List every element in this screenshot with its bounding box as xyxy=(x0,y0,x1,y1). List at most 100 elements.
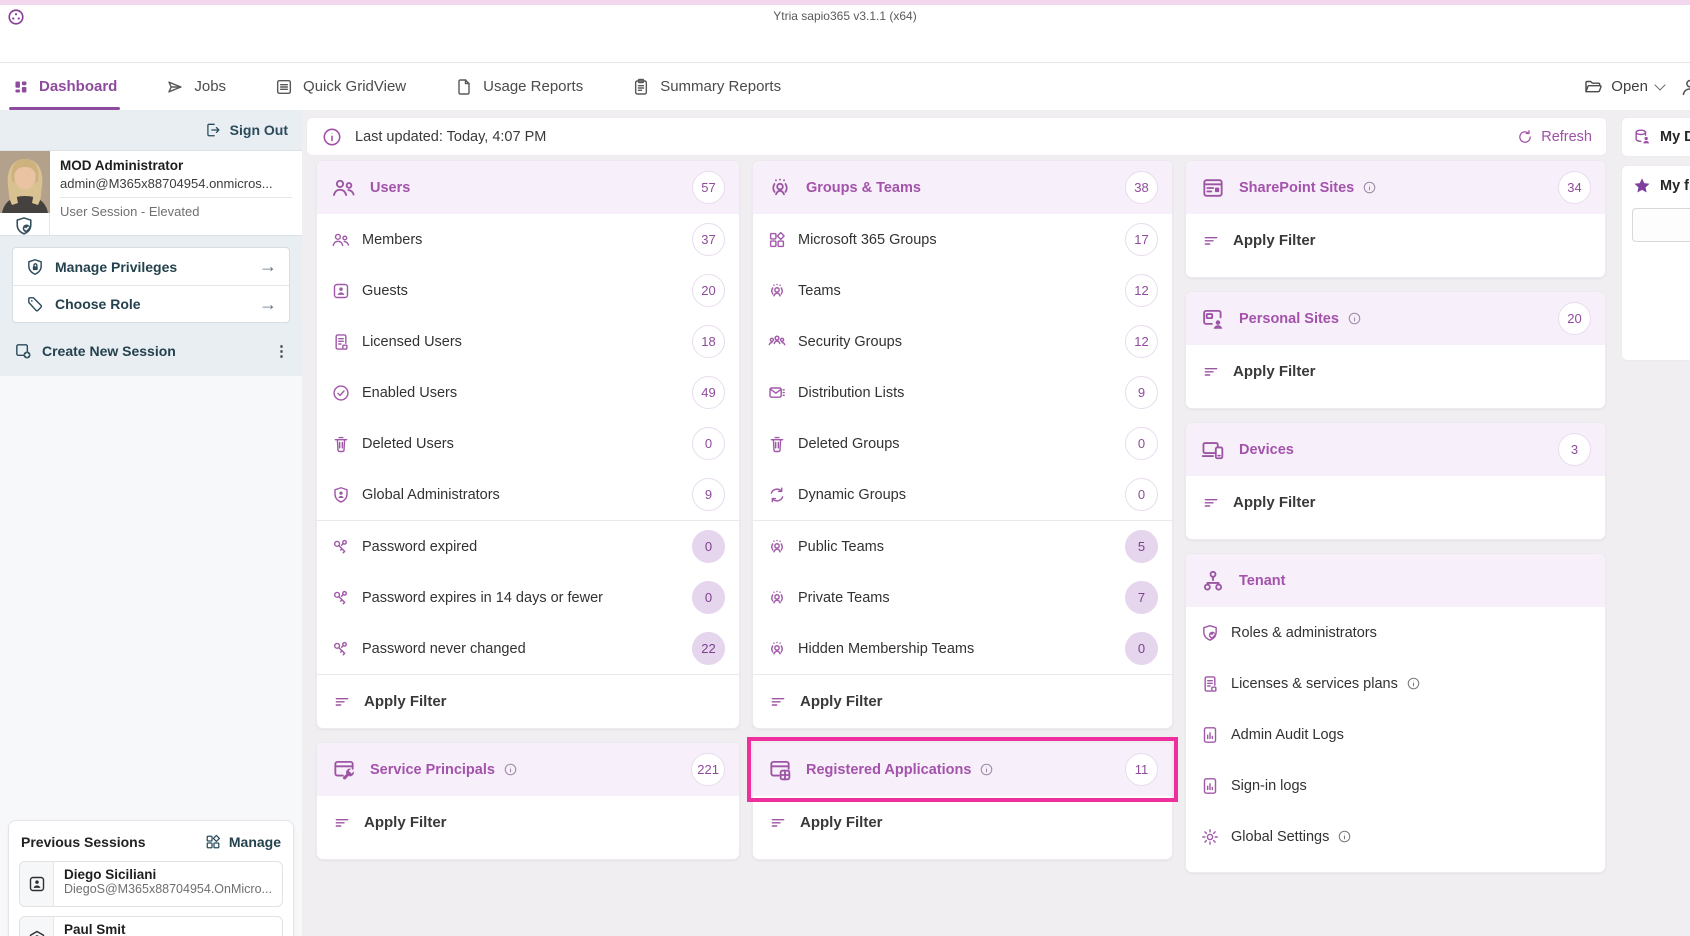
account-person-icon[interactable] xyxy=(1679,76,1690,98)
groups-column: Groups & Teams 38 Microsoft 365 Groups17… xyxy=(752,160,1173,873)
users-column: Users 57 Members37 Guests20 Licensed Use… xyxy=(316,160,740,873)
personal-sites-header[interactable]: Personal Sites 20 xyxy=(1186,292,1605,345)
refresh-button[interactable]: Refresh xyxy=(1516,128,1592,146)
tab-usage-reports[interactable]: Usage Reports xyxy=(454,63,583,110)
row-distribution-lists[interactable]: Distribution Lists 9 xyxy=(753,367,1172,418)
users-apply-filter-button[interactable]: Apply Filter xyxy=(317,675,739,728)
row-public-teams[interactable]: Public Teams5 xyxy=(753,521,1172,572)
doc-chart-icon xyxy=(1200,776,1220,796)
m365-groups-icon xyxy=(767,230,787,250)
row-dynamic-groups[interactable]: Dynamic Groups0 xyxy=(753,469,1172,520)
row-licensed-users[interactable]: Licensed Users18 xyxy=(317,316,739,367)
service-principals-header[interactable]: Service Principals 221 xyxy=(317,743,739,796)
previous-sessions-title: Previous Sessions xyxy=(21,834,146,850)
gear-icon xyxy=(1200,827,1220,847)
info-icon xyxy=(503,762,518,777)
card-title: Personal Sites xyxy=(1239,311,1362,327)
row-enabled-users[interactable]: Enabled Users49 xyxy=(317,367,739,418)
devices-header[interactable]: Devices 3 xyxy=(1186,423,1605,476)
avatar-column xyxy=(0,151,50,235)
check-circle-icon xyxy=(331,383,351,403)
session-type: User Session - Elevated xyxy=(60,198,292,219)
groups-teams-header[interactable]: Groups & Teams 38 xyxy=(753,161,1172,214)
open-button[interactable]: Open xyxy=(1583,77,1664,97)
row-global-administrators[interactable]: Global Administrators9 xyxy=(317,469,739,520)
row-licenses-services-plans[interactable]: Licenses & services plans xyxy=(1186,658,1605,709)
row-admin-audit-logs[interactable]: Admin Audit Logs xyxy=(1186,709,1605,760)
count-badge: 37 xyxy=(692,223,725,256)
manage-privileges-button[interactable]: Manage Privileges → xyxy=(13,248,289,285)
count-badge: 0 xyxy=(1125,478,1158,511)
row-password-expires-soon[interactable]: Password expires in 14 days or fewer0 xyxy=(317,572,739,623)
count-badge: 0 xyxy=(1125,427,1158,460)
row-hidden-membership-teams[interactable]: Hidden Membership Teams0 xyxy=(753,623,1172,674)
row-label: Deleted Groups xyxy=(798,436,900,452)
sign-out-icon xyxy=(204,121,222,139)
personal-sites-apply-filter-button[interactable]: Apply Filter xyxy=(1186,345,1605,398)
row-label: Hidden Membership Teams xyxy=(798,641,974,657)
row-sign-in-logs[interactable]: Sign-in logs xyxy=(1186,760,1605,811)
my-favorites-header[interactable]: My f xyxy=(1632,176,1690,196)
row-label: Security Groups xyxy=(798,334,902,350)
row-label: Sign-in logs xyxy=(1231,778,1307,794)
previous-session-item[interactable]: Paul Smit xyxy=(19,916,283,936)
signout-row: Sign Out xyxy=(0,110,302,150)
row-password-expired[interactable]: Password expired0 xyxy=(317,521,739,572)
count-badge: 49 xyxy=(692,376,725,409)
sharepoint-apply-filter-button[interactable]: Apply Filter xyxy=(1186,214,1605,267)
service-principals-apply-filter-button[interactable]: Apply Filter xyxy=(317,796,739,849)
registered-applications-card: Registered Applications 11 Apply Filter xyxy=(752,742,1173,860)
session-user-name: Paul Smit xyxy=(64,922,126,936)
registered-applications-apply-filter-button[interactable]: Apply Filter xyxy=(753,796,1172,849)
groups-teams-card: Groups & Teams 38 Microsoft 365 Groups17… xyxy=(752,160,1173,729)
info-icon xyxy=(1406,676,1421,691)
security-groups-icon xyxy=(767,332,787,352)
manage-sessions-button[interactable]: Manage xyxy=(204,833,281,851)
registered-applications-header[interactable]: Registered Applications 11 xyxy=(753,743,1172,796)
shield-check-icon xyxy=(1200,623,1220,643)
row-members[interactable]: Members37 xyxy=(317,214,739,265)
tab-jobs[interactable]: Jobs xyxy=(165,63,226,110)
row-roles-administrators[interactable]: Roles & administrators xyxy=(1186,607,1605,658)
dashboard-icon xyxy=(12,78,30,96)
tenant-org-icon xyxy=(1200,568,1226,594)
tab-quick-gridview[interactable]: Quick GridView xyxy=(274,63,406,110)
row-m365-groups[interactable]: Microsoft 365 Groups17 xyxy=(753,214,1172,265)
groups-apply-filter-button[interactable]: Apply Filter xyxy=(753,675,1172,728)
count-badge: 9 xyxy=(1125,376,1158,409)
row-security-groups[interactable]: Security Groups12 xyxy=(753,316,1172,367)
row-password-never-changed[interactable]: Password never changed22 xyxy=(317,623,739,674)
row-global-settings[interactable]: Global Settings xyxy=(1186,811,1605,862)
kebab-menu-icon[interactable]: ⋮ xyxy=(274,342,289,360)
row-deleted-groups[interactable]: Deleted Groups 0 xyxy=(753,418,1172,469)
workspace: Sign Out MOD Adm xyxy=(0,110,1690,936)
my-data-panel[interactable]: My D xyxy=(1621,117,1690,157)
sign-out-button[interactable]: Sign Out xyxy=(204,121,288,139)
filter-icon xyxy=(768,692,788,712)
row-teams[interactable]: Teams12 xyxy=(753,265,1172,316)
row-private-teams[interactable]: Private Teams7 xyxy=(753,572,1172,623)
guest-icon xyxy=(331,281,351,301)
row-guests[interactable]: Guests20 xyxy=(317,265,739,316)
row-deleted-users[interactable]: Deleted Users0 xyxy=(317,418,739,469)
devices-apply-filter-button[interactable]: Apply Filter xyxy=(1186,476,1605,529)
tab-dashboard[interactable]: Dashboard xyxy=(12,63,117,110)
avatar xyxy=(0,151,50,213)
personal-sites-icon xyxy=(1200,306,1226,332)
my-favorites-panel: My f xyxy=(1621,165,1690,361)
user-profile-card: MOD Administrator admin@M365x88704954.on… xyxy=(0,150,302,236)
tab-summary-reports[interactable]: Summary Reports xyxy=(631,63,781,110)
users-card-header[interactable]: Users 57 xyxy=(317,161,739,214)
previous-session-item[interactable]: Diego Siciliani DiegoS@M365x88704954.OnM… xyxy=(19,861,283,907)
row-label: Distribution Lists xyxy=(798,385,904,401)
arrow-right-icon: → xyxy=(259,256,277,277)
service-principals-card: Service Principals 221 Apply Filter xyxy=(316,742,740,860)
service-principals-icon xyxy=(331,757,357,783)
create-new-session-button[interactable]: Create New Session ⋮ xyxy=(0,332,302,370)
choose-role-button[interactable]: Choose Role → xyxy=(13,285,289,322)
tenant-header[interactable]: Tenant xyxy=(1186,554,1605,607)
favorites-input[interactable] xyxy=(1632,208,1690,242)
session-user-name: Diego Siciliani xyxy=(64,867,272,882)
sharepoint-sites-header[interactable]: SharePoint Sites 34 xyxy=(1186,161,1605,214)
row-label: Licensed Users xyxy=(362,334,462,350)
